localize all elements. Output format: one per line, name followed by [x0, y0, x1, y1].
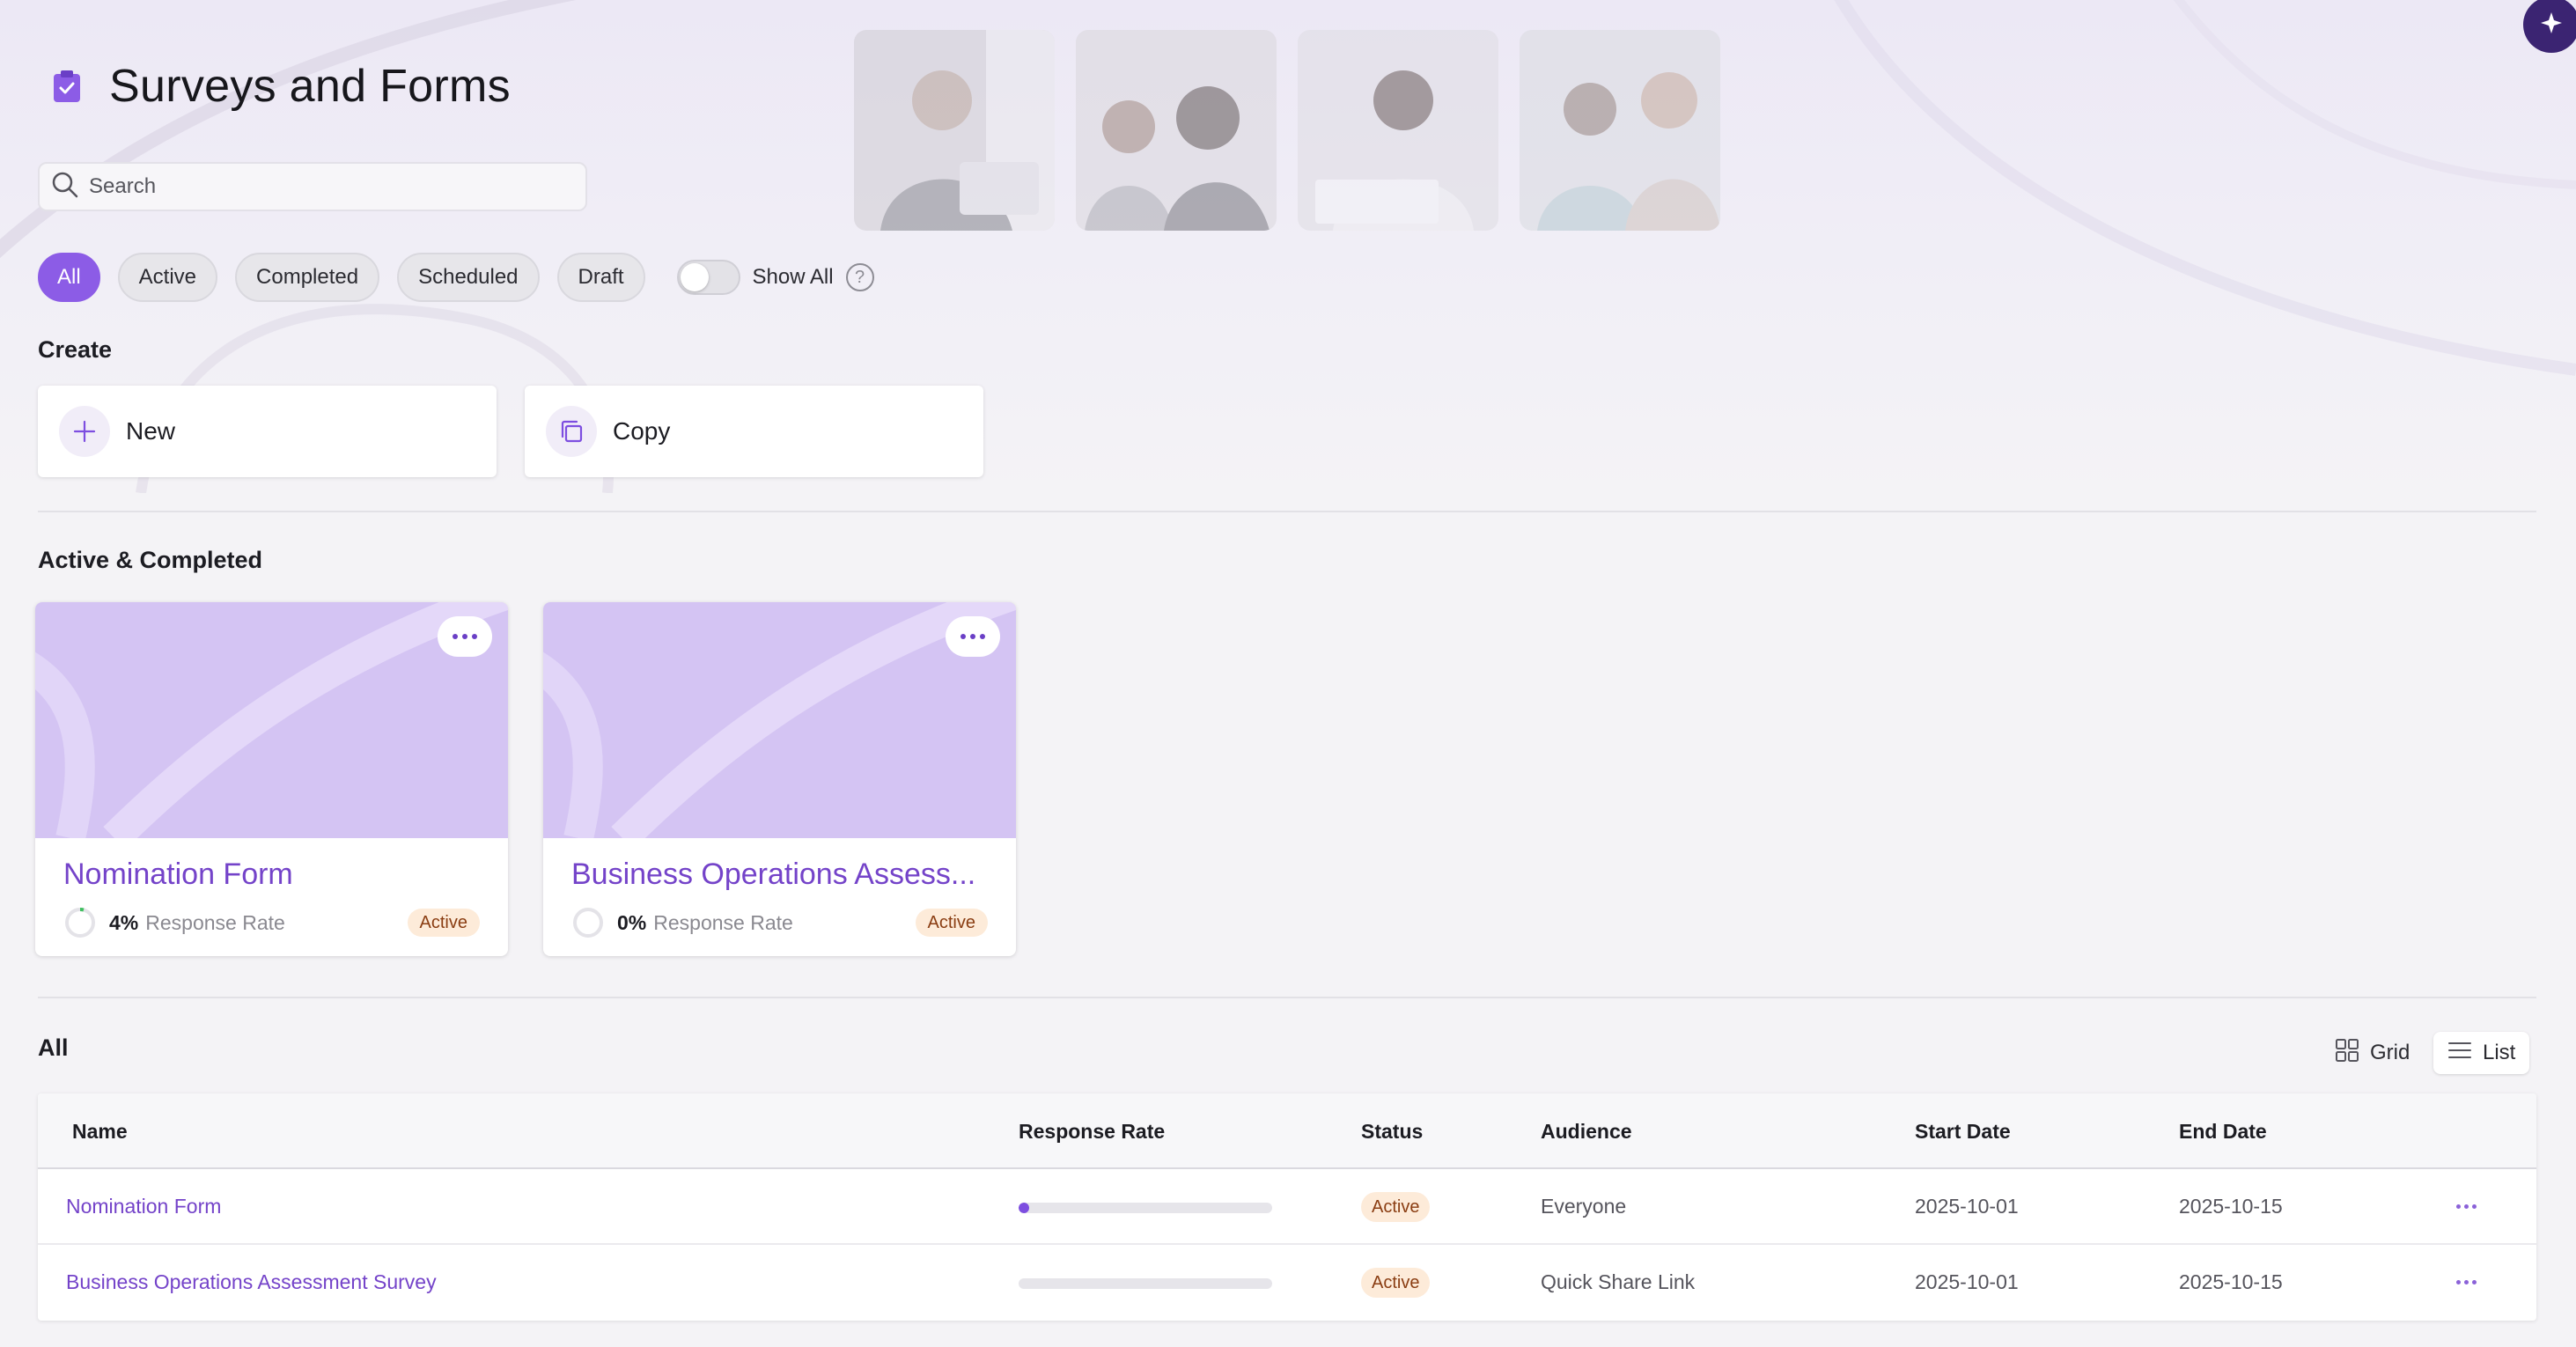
column-header-start-date[interactable]: Start Date	[1915, 1120, 2011, 1144]
row-audience: Everyone	[1541, 1195, 1627, 1218]
status-badge: Active	[1361, 1268, 1431, 1298]
row-start-date: 2025-10-01	[1915, 1270, 2019, 1293]
row-more-icon[interactable]	[2456, 1204, 2477, 1209]
list-icon	[2447, 1038, 2472, 1069]
column-header-response-rate[interactable]: Response Rate	[1019, 1120, 1165, 1144]
surveys-table: Name Response Rate Status Audience Start…	[38, 1093, 2536, 1321]
response-rate-label: Response Rate	[653, 910, 793, 934]
plus-icon	[59, 406, 110, 457]
row-end-date: 2025-10-15	[2179, 1195, 2283, 1218]
create-new-label: New	[126, 417, 176, 445]
card-more-button[interactable]	[438, 616, 492, 657]
filter-pill-completed[interactable]: Completed	[235, 253, 380, 302]
grid-view-button[interactable]: Grid	[2321, 1032, 2424, 1074]
status-badge: Active	[915, 909, 988, 937]
filter-pill-draft[interactable]: Draft	[556, 253, 645, 302]
active-completed-section-title: Active & Completed	[38, 547, 263, 573]
response-rate-bar	[1019, 1203, 1272, 1213]
table-header: Name Response Rate Status Audience Start…	[38, 1093, 2536, 1169]
table-row[interactable]: Nomination Form Active Everyone 2025-10-…	[38, 1169, 2536, 1245]
column-header-status[interactable]: Status	[1361, 1120, 1423, 1144]
search-field[interactable]	[38, 162, 587, 211]
survey-card[interactable]: Business Operations Assess... 0% Respons…	[543, 602, 1016, 956]
row-more-icon[interactable]	[2456, 1280, 2477, 1284]
search-icon	[50, 170, 80, 204]
hero-photo	[1520, 30, 1720, 231]
column-header-name[interactable]: Name	[72, 1120, 128, 1144]
row-name-link[interactable]: Nomination Form	[66, 1195, 221, 1218]
table-row[interactable]: Business Operations Assessment Survey Ac…	[38, 1245, 2536, 1321]
status-badge: Active	[407, 909, 480, 937]
response-rate-ring-icon	[571, 906, 605, 939]
hero-photo	[1298, 30, 1498, 231]
sparkle-icon	[2538, 10, 2565, 40]
filter-pill-all[interactable]: All	[38, 253, 100, 302]
survey-card[interactable]: Nomination Form 4% Response Rate Active	[35, 602, 508, 956]
response-rate-value: 0%	[617, 910, 647, 934]
list-view-button[interactable]: List	[2433, 1032, 2530, 1074]
response-rate-ring-icon	[63, 906, 97, 939]
filter-pill-active[interactable]: Active	[117, 253, 218, 302]
card-title[interactable]: Nomination Form	[63, 858, 293, 892]
row-start-date: 2025-10-01	[1915, 1195, 2019, 1218]
create-copy-button[interactable]: Copy	[525, 386, 983, 477]
clipboard-check-icon	[49, 69, 85, 104]
row-end-date: 2025-10-15	[2179, 1270, 2283, 1293]
section-divider	[38, 511, 2536, 512]
show-all-label: Show All	[752, 265, 834, 289]
copy-icon	[546, 406, 597, 457]
ai-assistant-button[interactable]	[2523, 0, 2576, 53]
create-section-title: Create	[38, 336, 113, 363]
show-all-toggle[interactable]	[676, 260, 740, 295]
row-name-link[interactable]: Business Operations Assessment Survey	[66, 1270, 437, 1294]
grid-view-label: Grid	[2370, 1041, 2410, 1064]
response-rate-label: Response Rate	[145, 910, 285, 934]
page-title: Surveys and Forms	[109, 61, 511, 112]
card-title[interactable]: Business Operations Assess...	[571, 858, 975, 892]
status-badge: Active	[1361, 1192, 1431, 1222]
card-more-button[interactable]	[946, 616, 1000, 657]
list-view-label: List	[2483, 1041, 2516, 1064]
row-audience: Quick Share Link	[1541, 1270, 1696, 1293]
create-copy-label: Copy	[613, 417, 671, 445]
section-divider	[38, 997, 2536, 998]
column-header-end-date[interactable]: End Date	[2179, 1120, 2267, 1144]
search-input[interactable]	[89, 174, 564, 199]
show-all-toggle-group: Show All ?	[676, 260, 874, 295]
hero-photo	[1076, 30, 1277, 231]
column-header-audience[interactable]: Audience	[1541, 1120, 1632, 1144]
create-new-button[interactable]: New	[38, 386, 497, 477]
grid-icon	[2335, 1038, 2359, 1069]
help-icon[interactable]: ?	[845, 263, 874, 291]
hero-photo	[854, 30, 1055, 231]
response-rate-value: 4%	[109, 910, 139, 934]
filter-bar: All Active Completed Scheduled Draft Sho…	[38, 253, 874, 302]
filter-pill-scheduled[interactable]: Scheduled	[397, 253, 540, 302]
response-rate-bar	[1019, 1278, 1272, 1289]
hero-photo-strip	[854, 30, 1720, 231]
all-section-title: All	[38, 1034, 69, 1061]
